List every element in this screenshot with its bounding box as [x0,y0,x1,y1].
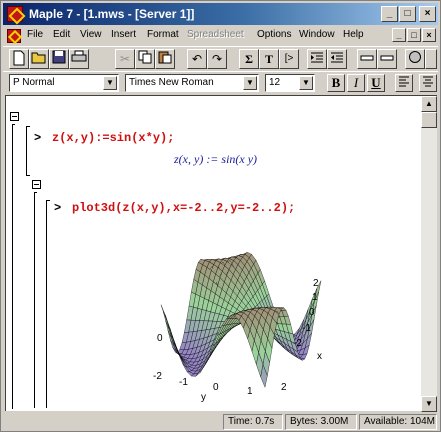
x-tick-label: -2 [293,338,302,349]
scroll-down-icon[interactable]: ▼ [421,396,437,412]
status-available: Available: 104M [359,414,437,430]
window-title: Maple 7 - [1.mws - [Server 1]] [29,7,195,21]
close-button[interactable]: × [419,6,436,22]
doc-restore-button[interactable]: □ [407,28,421,42]
output-1: z(x, y) := sin(x y) [174,152,258,166]
scroll-up-icon[interactable]: ▲ [421,96,437,112]
menu-bar: File Edit View Insert Format Spreadsheet… [3,26,438,46]
y-tick-label: 2 [281,382,287,393]
x-axis-label: x [317,351,322,362]
x-tick-label: 0 [309,307,315,318]
section-bracket [12,124,15,409]
menu-help[interactable]: Help [343,29,364,40]
command-input-1[interactable]: z(x,y):=sin(x*y); [52,131,174,145]
style-value: P Normal [13,77,55,88]
text-icon[interactable]: T [259,49,279,69]
menu-window[interactable]: Window [299,29,335,40]
command-input-2[interactable]: plot3d(z(x,y),x=-2..2,y=-2..2); [72,201,295,215]
doc-close-button[interactable]: × [422,28,436,42]
vertical-scrollbar[interactable]: ▲ ▼ [421,96,437,412]
group-bracket-2[interactable] [46,200,50,408]
open-icon[interactable] [29,49,49,69]
align-center-icon[interactable] [419,74,437,92]
chevron-down-icon[interactable]: ▼ [103,76,117,90]
outdent-icon[interactable] [327,49,347,69]
menu-edit[interactable]: Edit [53,29,70,40]
subsection-collapse-icon[interactable] [32,180,41,189]
italic-button[interactable]: I [347,74,365,92]
help-icon[interactable] [425,49,437,69]
font-dropdown[interactable]: Times New Roman ▼ [125,74,259,92]
scroll-thumb[interactable] [421,112,437,128]
stop-icon[interactable] [405,49,425,69]
plot3d-output[interactable]: 0 2 1 0 -1 -2 x -2 -1 0 1 2 y [149,238,334,406]
redo-icon[interactable]: ↷ [207,49,227,69]
status-bytes: Bytes: 3.00M [285,414,357,430]
underline-button[interactable]: U [367,74,385,92]
status-time: Time: 0.7s [223,414,283,430]
main-toolbar: ✂ ↶ ↷ Σ T [> [3,46,438,70]
font-value: Times New Roman [129,77,214,88]
new-icon[interactable] [9,49,29,69]
paste-icon[interactable] [155,49,175,69]
x-tick-label: -1 [302,323,311,334]
minimize-button[interactable]: _ [381,6,398,22]
y-tick-label: -1 [179,377,188,388]
align-left-icon[interactable] [395,74,413,92]
style-dropdown[interactable]: P Normal ▼ [9,74,119,92]
surface-plot[interactable]: 0 2 1 0 -1 -2 x -2 -1 0 1 2 y [149,238,334,403]
z-tick-label: 0 [157,333,163,344]
chevron-down-icon[interactable]: ▼ [243,76,257,90]
menu-options[interactable]: Options [257,29,291,40]
y-tick-label: 1 [247,386,253,397]
bold-button[interactable]: B [327,74,345,92]
sum-icon[interactable]: Σ [239,49,259,69]
prompt-1: > [34,131,42,145]
surface-patch [165,320,173,341]
format-toolbar: P Normal ▼ Times New Roman ▼ 12 ▼ B I U [3,71,438,93]
status-bar: Time: 0.7s Bytes: 3.00M Available: 104M [3,412,438,430]
indent-icon[interactable] [307,49,327,69]
surface-mesh [160,252,322,388]
x-tick-label: 2 [313,278,319,289]
x-tick-label: 1 [312,292,318,303]
menu-file[interactable]: File [27,29,43,40]
prompt-2: > [54,201,62,215]
maple-leaf-icon[interactable] [7,6,23,22]
size-dropdown[interactable]: 12 ▼ [265,74,315,92]
size-value: 12 [269,77,281,88]
y-tick-label: 0 [213,382,219,393]
undo-icon[interactable]: ↶ [187,49,207,69]
chevron-down-icon[interactable]: ▼ [299,76,313,90]
doc-minimize-button[interactable]: _ [392,28,406,42]
subsection-bracket [34,192,37,408]
menu-insert[interactable]: Insert [111,29,136,40]
maximize-button[interactable]: □ [399,6,416,22]
copy-icon[interactable] [135,49,155,69]
menu-format[interactable]: Format [147,29,179,40]
y-axis-label: y [201,392,206,403]
exec-icon[interactable]: [> [279,49,299,69]
print-icon[interactable] [69,49,89,69]
maple-window: Maple 7 - [1.mws - [Server 1]] _ □ × Fil… [0,0,441,432]
plus-icon[interactable] [377,49,397,69]
cut-icon[interactable]: ✂ [115,49,135,69]
minus-icon[interactable] [357,49,377,69]
document-icon[interactable] [7,29,21,43]
menu-spreadsheet[interactable]: Spreadsheet [187,29,244,40]
group-bracket-1[interactable] [26,126,30,176]
save-icon[interactable] [49,49,69,69]
document-window-controls: _ □ × [391,28,436,42]
title-bar[interactable]: Maple 7 - [1.mws - [Server 1]] _ □ × [3,3,438,25]
section-collapse-icon[interactable] [10,112,19,121]
y-tick-label: -2 [153,371,162,382]
menu-view[interactable]: View [80,29,102,40]
